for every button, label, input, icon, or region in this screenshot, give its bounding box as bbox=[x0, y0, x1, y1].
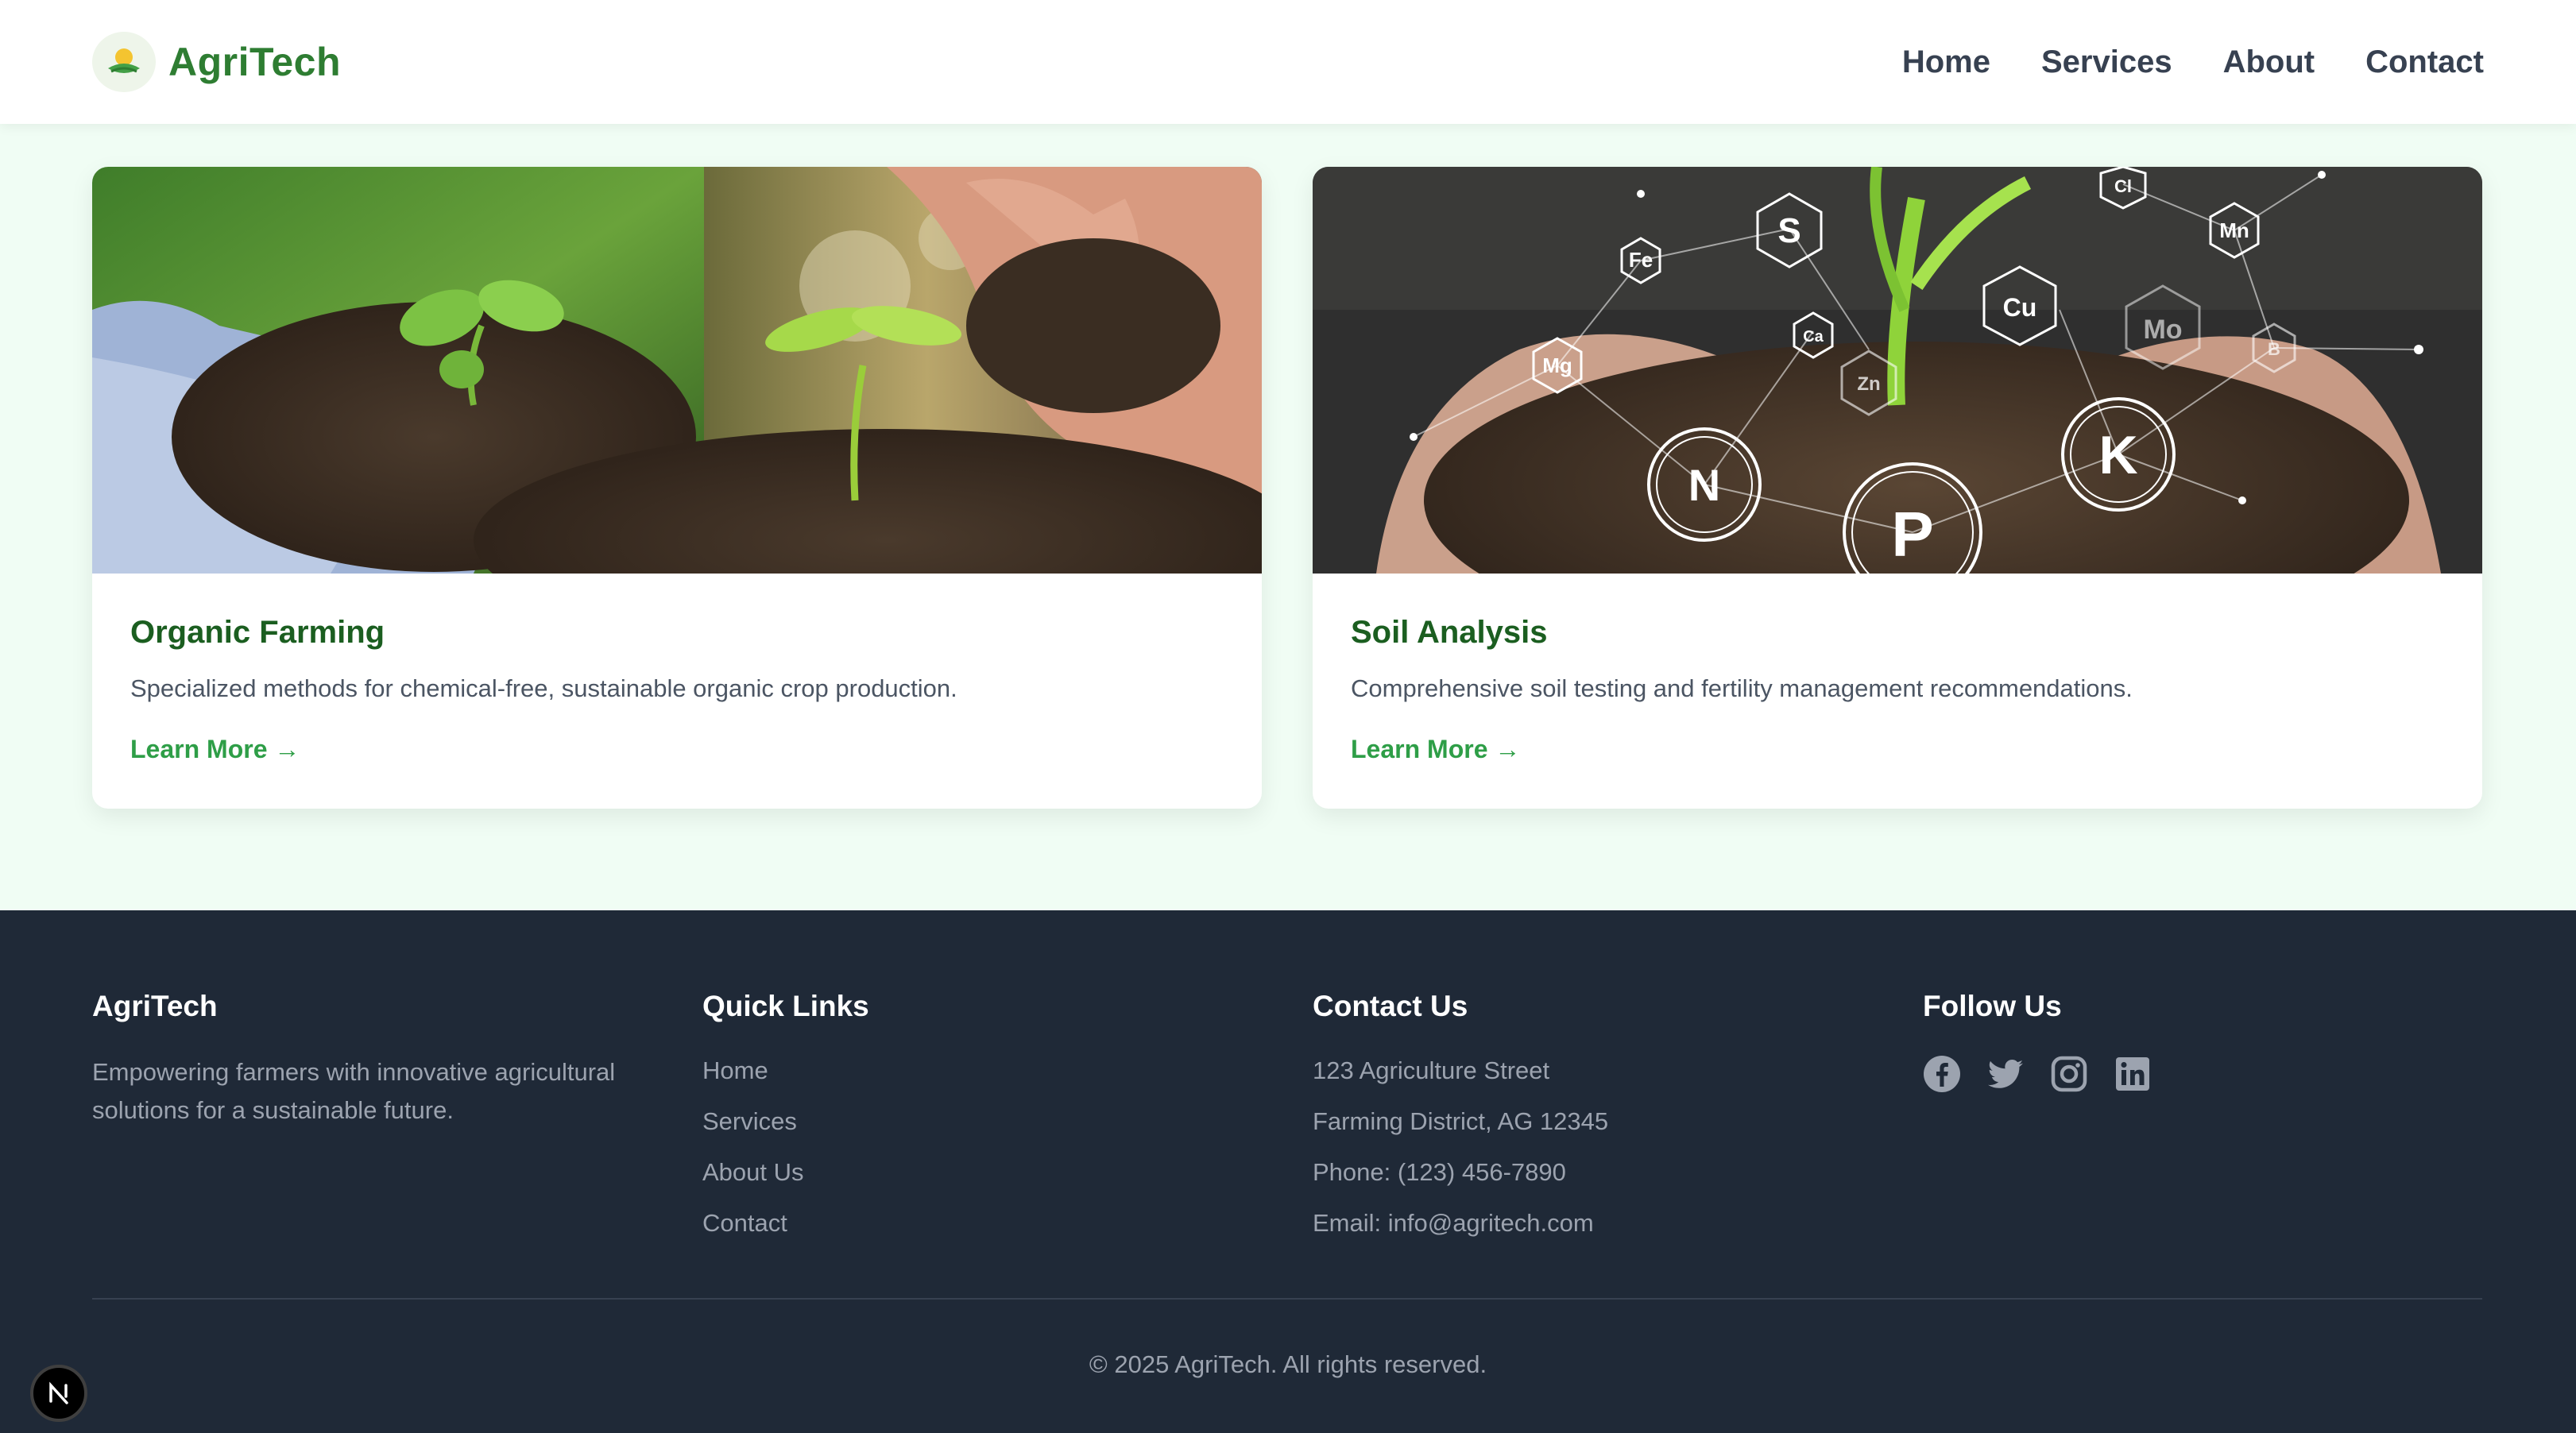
card-title: Organic Farming bbox=[130, 615, 385, 650]
nav-about[interactable]: About bbox=[2223, 44, 2315, 80]
nav-services[interactable]: Services bbox=[2041, 44, 2172, 80]
footer-quick-links: Quick Links Home Services About Us Conta… bbox=[702, 990, 869, 1249]
follow-title: Follow Us bbox=[1923, 990, 2062, 1022]
learn-more-link[interactable]: Learn More → bbox=[130, 735, 300, 764]
instagram-icon[interactable] bbox=[2050, 1055, 2088, 1093]
card-title: Soil Analysis bbox=[1351, 615, 1548, 650]
footer-link-about-us[interactable]: About Us bbox=[702, 1147, 869, 1198]
quick-links-title: Quick Links bbox=[702, 990, 869, 1022]
service-card-organic-farming: Organic Farming Specialized methods for … bbox=[92, 167, 1262, 809]
brand-name: AgriTech bbox=[168, 40, 341, 84]
element-label-mg: Mg bbox=[1542, 353, 1572, 377]
card-body: Organic Farming Specialized methods for … bbox=[92, 574, 1262, 764]
footer-divider bbox=[92, 1298, 2482, 1300]
card-body: Soil Analysis Comprehensive soil testing… bbox=[1313, 574, 2482, 764]
element-label-fe: Fe bbox=[1629, 248, 1653, 272]
nav-home[interactable]: Home bbox=[1902, 44, 1990, 80]
linkedin-icon[interactable] bbox=[2114, 1055, 2152, 1093]
contact-district: Farming District, AG 12345 bbox=[1313, 1107, 1609, 1135]
element-label-p: P bbox=[1891, 499, 1933, 570]
soil-analysis-image: S Fe Cl Mn Cu Ca Mg Zn Mo B N P K bbox=[1313, 167, 2482, 574]
footer-about-title: AgriTech bbox=[92, 990, 218, 1022]
brand[interactable]: AgriTech bbox=[92, 32, 341, 92]
footer-link-services[interactable]: Services bbox=[702, 1096, 869, 1147]
card-description: Specialized methods for chemical-free, s… bbox=[130, 674, 957, 702]
card-description: Comprehensive soil testing and fertility… bbox=[1351, 674, 2133, 702]
footer-about: AgriTech Empowering farmers with innovat… bbox=[92, 990, 648, 1130]
footer-about-text: Empowering farmers with innovative agric… bbox=[92, 1058, 616, 1124]
quick-links-list: Home Services About Us Contact bbox=[702, 1045, 869, 1249]
twitter-icon[interactable] bbox=[1986, 1055, 2025, 1093]
footer-link-home[interactable]: Home bbox=[702, 1045, 869, 1096]
element-label-zn: Zn bbox=[1857, 373, 1880, 395]
element-label-s: S bbox=[1777, 211, 1800, 250]
footer-link-contact[interactable]: Contact bbox=[702, 1198, 869, 1249]
organic-farming-image bbox=[92, 167, 1262, 574]
element-label-mo: Mo bbox=[2143, 315, 2182, 345]
element-label-cu: Cu bbox=[2003, 293, 2037, 322]
services-cards: Organic Farming Specialized methods for … bbox=[92, 167, 2482, 809]
footer-contact: Contact Us 123 Agriculture Street Farmin… bbox=[1313, 990, 1608, 1249]
navbar: AgriTech Home Services About Contact bbox=[0, 0, 2576, 124]
element-label-b: B bbox=[2268, 339, 2280, 359]
element-label-mn: Mn bbox=[2219, 218, 2249, 242]
contact-phone: Phone: (123) 456-7890 bbox=[1313, 1158, 1566, 1186]
leaf-logo-icon bbox=[92, 32, 156, 92]
footer-follow: Follow Us bbox=[1923, 990, 2152, 1093]
main-nav: Home Services About Contact bbox=[1902, 38, 2484, 86]
social-icons bbox=[1923, 1055, 2152, 1093]
next-dev-indicator-icon[interactable] bbox=[30, 1365, 87, 1422]
contact-address: 123 Agriculture Street bbox=[1313, 1056, 1550, 1084]
nav-contact[interactable]: Contact bbox=[2365, 44, 2484, 80]
contact-list: 123 Agriculture Street Farming District,… bbox=[1313, 1045, 1608, 1249]
element-label-n: N bbox=[1688, 460, 1720, 510]
element-label-ca: Ca bbox=[1803, 328, 1824, 346]
element-label-k: K bbox=[2098, 425, 2137, 485]
copyright: © 2025 AgriTech. All rights reserved. bbox=[1089, 1350, 1487, 1378]
contact-title: Contact Us bbox=[1313, 990, 1468, 1022]
service-card-soil-analysis: S Fe Cl Mn Cu Ca Mg Zn Mo B N P K Soil A… bbox=[1313, 167, 2482, 809]
learn-more-link[interactable]: Learn More → bbox=[1351, 735, 1520, 764]
element-label-cl: Cl bbox=[2114, 176, 2132, 196]
contact-email: Email: info@agritech.com bbox=[1313, 1209, 1594, 1237]
facebook-icon[interactable] bbox=[1923, 1055, 1961, 1093]
